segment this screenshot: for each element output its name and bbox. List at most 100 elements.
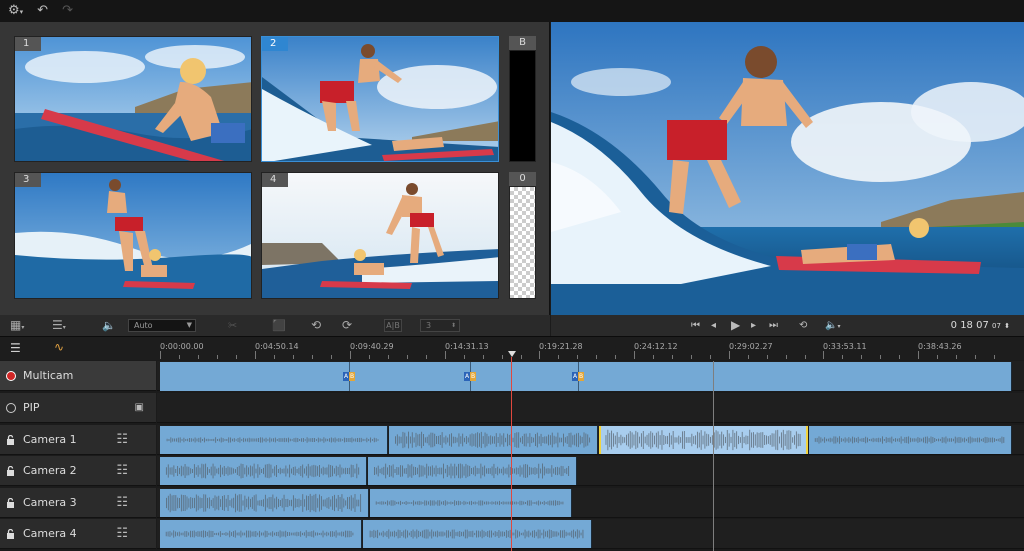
go-to-end-icon[interactable]: ⏭ bbox=[769, 315, 778, 336]
rotate-left-icon[interactable]: ⟲ bbox=[311, 315, 321, 336]
camera-2-thumbnail[interactable]: 2 bbox=[261, 36, 499, 162]
lock-icon[interactable] bbox=[6, 497, 15, 508]
ruler-tick bbox=[160, 351, 161, 359]
rotate-right-icon[interactable]: ⟳ bbox=[342, 315, 352, 336]
preview-viewer[interactable] bbox=[551, 22, 1024, 315]
ruler-tick bbox=[274, 355, 275, 359]
go-to-start-icon[interactable]: ⏮ bbox=[691, 315, 700, 336]
playback-toolbar: ⏮ ◂ ▶ ▸ ⏭ ⟲ 🔈▾ 0 18 07 07 ⬍ bbox=[551, 315, 1024, 336]
scissors-icon[interactable]: ✂ bbox=[228, 315, 237, 336]
track-options-icon[interactable]: ☷ bbox=[116, 456, 128, 486]
audio-mode-select[interactable]: Auto ▼ bbox=[128, 319, 196, 332]
track-options-icon[interactable]: ☷ bbox=[116, 519, 128, 549]
ruler-time-label: 0:29:02.27 bbox=[729, 342, 773, 351]
play-icon[interactable]: ▶ bbox=[731, 315, 740, 336]
lock-icon[interactable] bbox=[6, 434, 15, 445]
track-name: Camera 4 bbox=[23, 527, 77, 540]
ruler-tick bbox=[407, 355, 408, 359]
track-header-pip[interactable]: PIP ▣ bbox=[0, 393, 156, 423]
count-stepper[interactable]: 3 ⬍ bbox=[420, 319, 460, 332]
marker-b: B bbox=[578, 372, 584, 381]
ruler-tick bbox=[729, 351, 730, 359]
audio-clip[interactable] bbox=[160, 426, 388, 454]
ruler-tick bbox=[937, 355, 938, 359]
camera-3-thumbnail[interactable]: 3 bbox=[14, 172, 252, 299]
pip-toggle-icon[interactable] bbox=[6, 403, 16, 413]
ruler-tick bbox=[805, 355, 806, 359]
playhead-handle[interactable] bbox=[508, 351, 516, 357]
ruler-tick bbox=[198, 355, 199, 359]
ruler-tick bbox=[521, 355, 522, 359]
stepper-arrows-icon[interactable]: ⬍ bbox=[451, 320, 456, 331]
audio-clip[interactable] bbox=[160, 457, 367, 485]
ruler-tick bbox=[502, 355, 503, 359]
audio-waveform-icon[interactable]: ∿ bbox=[54, 340, 64, 354]
ruler-tick bbox=[388, 355, 389, 359]
pip-window-icon[interactable]: ▣ bbox=[135, 393, 144, 423]
ruler-tick bbox=[483, 355, 484, 359]
ruler-tick bbox=[350, 351, 351, 359]
ruler-time-label: 0:33:53.11 bbox=[823, 342, 867, 351]
camera-number: 1 bbox=[15, 37, 41, 51]
track-options-icon[interactable]: ☷ bbox=[116, 425, 128, 455]
lock-icon[interactable] bbox=[6, 465, 15, 476]
track-header-multicam[interactable]: Multicam bbox=[0, 361, 156, 391]
chevron-down-icon: ▼ bbox=[186, 321, 192, 329]
audio-clip[interactable] bbox=[368, 457, 577, 485]
background-slot[interactable] bbox=[509, 50, 536, 162]
ruler-tick bbox=[767, 355, 768, 359]
volume-icon[interactable]: 🔈 bbox=[102, 315, 116, 336]
loop-icon[interactable]: ⟲ bbox=[799, 315, 807, 336]
add-track-icon[interactable]: ☰ bbox=[10, 341, 21, 355]
camera-switch-marker[interactable]: AB bbox=[464, 372, 476, 381]
next-frame-icon[interactable]: ▸ bbox=[751, 315, 756, 336]
audio-clip[interactable] bbox=[370, 489, 572, 517]
gear-icon[interactable]: ⚙▾ bbox=[8, 0, 23, 23]
overlay-slot[interactable] bbox=[509, 186, 536, 299]
ruler-tick bbox=[994, 355, 995, 359]
track-name: Camera 3 bbox=[23, 496, 77, 509]
preview-volume-icon[interactable]: 🔈▾ bbox=[825, 315, 840, 337]
camera-switch-marker[interactable]: AB bbox=[343, 372, 355, 381]
audio-clip[interactable] bbox=[389, 426, 598, 454]
ruler-tick bbox=[748, 355, 749, 359]
top-toolbar: ⚙▾ ↶ ↷ bbox=[0, 0, 1024, 22]
ruler-tick bbox=[956, 355, 957, 359]
audio-clip[interactable] bbox=[599, 426, 808, 454]
camera-4-thumbnail[interactable]: 4 bbox=[261, 172, 499, 299]
track-header-camera-1[interactable]: Camera 1 ☷ bbox=[0, 425, 156, 455]
layout-grid-icon[interactable]: ▦▾ bbox=[10, 315, 24, 338]
track-header-camera-3[interactable]: Camera 3 ☷ bbox=[0, 488, 156, 518]
ruler-tick bbox=[786, 355, 787, 359]
record-icon[interactable] bbox=[6, 371, 16, 381]
ruler-tick bbox=[634, 351, 635, 359]
track-options-icon[interactable]: ☷ bbox=[116, 488, 128, 518]
undo-icon[interactable]: ↶ bbox=[37, 0, 48, 22]
multicam-clip[interactable] bbox=[160, 362, 1012, 391]
camera-number: 3 bbox=[15, 173, 41, 187]
ruler-time-label: 0:24:12.12 bbox=[634, 342, 678, 351]
audio-clip[interactable] bbox=[809, 426, 1012, 454]
track-header-camera-4[interactable]: Camera 4 ☷ bbox=[0, 519, 156, 549]
timecode-display[interactable]: 0 18 07 07 ⬍ bbox=[951, 315, 1010, 337]
previous-frame-icon[interactable]: ◂ bbox=[711, 315, 716, 336]
stepper-arrows-icon[interactable]: ⬍ bbox=[1004, 322, 1010, 330]
source-toolbar: ▦▾ ☰▾ 🔈 Auto ▼ ✂ ⬛ ⟲ ⟳ A|B 3 ⬍ bbox=[0, 315, 550, 336]
track-header-camera-2[interactable]: Camera 2 ☷ bbox=[0, 456, 156, 486]
redo-icon[interactable]: ↷ bbox=[62, 0, 73, 22]
audio-clip[interactable] bbox=[363, 520, 592, 548]
multicam-editor: ⚙▾ ↶ ↷ 1 2 3 4 B 0 ▦▾ ☰▾ 🔈 Auto ▼ ✂ ⬛ ⟲ … bbox=[0, 0, 1024, 551]
ruler-tick bbox=[710, 355, 711, 359]
lock-icon[interactable] bbox=[6, 528, 15, 539]
track-lane[interactable] bbox=[157, 393, 1024, 423]
ruler-tick bbox=[615, 355, 616, 359]
marker-icon[interactable]: ⬛ bbox=[272, 315, 286, 336]
track-menu-icon[interactable]: ☰▾ bbox=[52, 315, 66, 338]
audio-clip[interactable] bbox=[160, 489, 369, 517]
camera-switch-marker[interactable]: AB bbox=[572, 372, 584, 381]
track-name: Camera 2 bbox=[23, 464, 77, 477]
ruler-time-label: 0:14:31.13 bbox=[445, 342, 489, 351]
camera-1-thumbnail[interactable]: 1 bbox=[14, 36, 252, 162]
ab-split-button[interactable]: A|B bbox=[384, 319, 402, 332]
audio-clip[interactable] bbox=[160, 520, 362, 548]
